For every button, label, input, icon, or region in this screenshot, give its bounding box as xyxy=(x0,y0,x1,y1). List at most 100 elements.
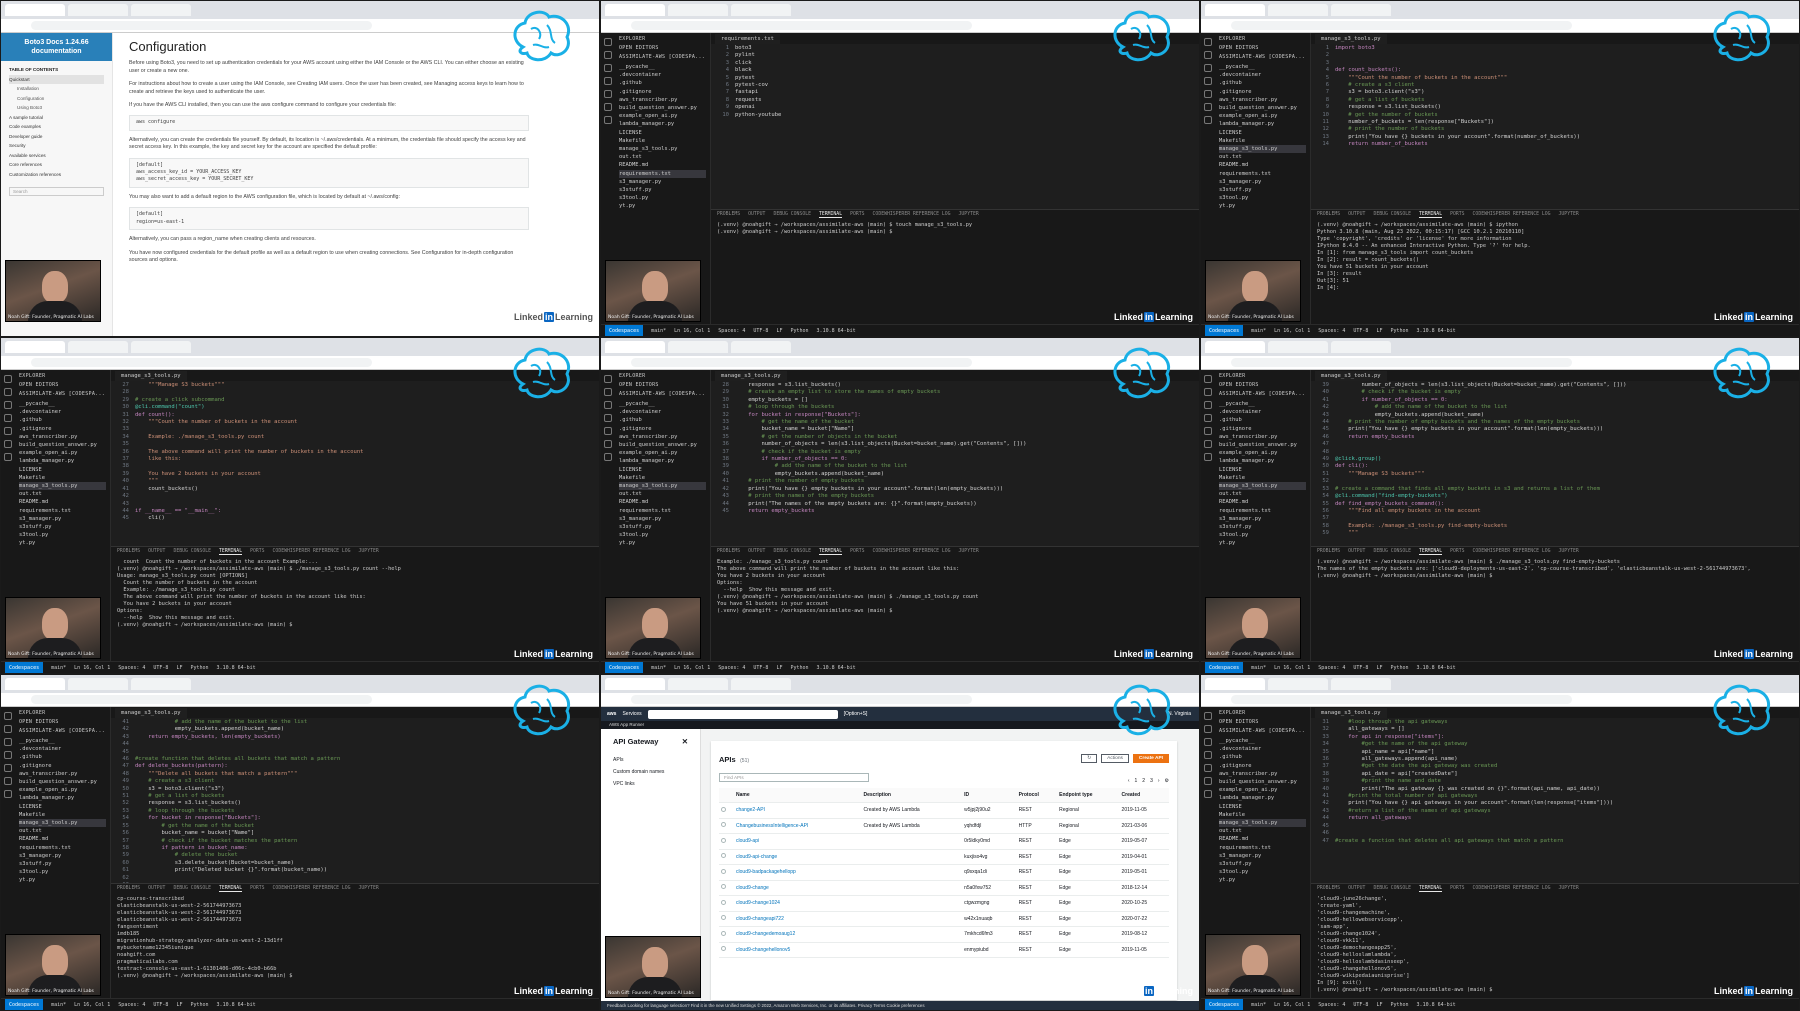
run-debug-icon[interactable] xyxy=(1204,751,1212,759)
panel-tab[interactable]: DEBUG CONSOLE xyxy=(1373,549,1411,554)
browser-tab[interactable] xyxy=(5,678,65,690)
workspace-header[interactable]: ASSIMILATE-AWS [CODESPA... xyxy=(1219,728,1306,734)
toc-item[interactable]: Customization references xyxy=(9,170,104,180)
editor-tab[interactable]: manage_s3_tools.py xyxy=(1315,371,1387,381)
panel-tab[interactable]: PORTS xyxy=(850,549,864,554)
files-icon[interactable] xyxy=(1204,38,1212,46)
panel-tab[interactable]: OUTPUT xyxy=(1348,886,1365,891)
explorer-file-item[interactable]: out.txt xyxy=(619,153,706,161)
panel-tab[interactable]: JUPYTER xyxy=(359,549,379,554)
table-row[interactable]: cloud9-changehellonov5 enmypiubd REST Edge 2… xyxy=(719,942,1169,958)
open-editors-header[interactable]: OPEN EDITORS xyxy=(19,382,106,388)
status-item[interactable]: Ln 16, Col 1 xyxy=(74,665,110,671)
panel-tab[interactable]: CODEWHISPERER REFERENCE LOG xyxy=(1473,212,1551,217)
find-apis-input[interactable]: Find APIs xyxy=(719,773,869,782)
terminal-output[interactable]: 'cloud9-june26change','create-yaml','clo… xyxy=(1311,894,1799,996)
editor-tab[interactable]: manage_s3_tools.py xyxy=(115,708,187,718)
explorer-file-item[interactable]: .gitignore xyxy=(619,88,706,96)
editor-tab[interactable]: manage_s3_tools.py xyxy=(1315,708,1387,718)
explorer-file-item[interactable]: lambda_manager.py xyxy=(1219,457,1306,465)
explorer-file-item[interactable]: requirements.txt xyxy=(619,169,706,178)
create-api-button[interactable]: Create API xyxy=(1132,753,1169,763)
testing-icon[interactable] xyxy=(604,440,612,448)
explorer-file-item[interactable]: README.md xyxy=(19,835,106,843)
toc-item[interactable]: Security xyxy=(9,141,104,151)
search-icon[interactable] xyxy=(1204,388,1212,396)
status-item[interactable]: Ln 16, Col 1 xyxy=(1274,665,1310,671)
browser-tab[interactable] xyxy=(131,4,191,16)
testing-icon[interactable] xyxy=(1204,777,1212,785)
explorer-file-item[interactable]: lambda_manager.py xyxy=(19,794,106,802)
explorer-file-item[interactable]: aws_transcriber.py xyxy=(1219,96,1306,104)
status-item[interactable]: Ln 16, Col 1 xyxy=(674,665,710,671)
explorer-file-item[interactable]: s3_manager.py xyxy=(619,178,706,186)
status-item[interactable]: 3.10.8 64-bit xyxy=(817,665,856,671)
browser-tab[interactable] xyxy=(1331,4,1391,16)
table-row[interactable]: ChangebusinessIntelligence-API Created by… xyxy=(719,818,1169,834)
explorer-file-item[interactable]: s3_manager.py xyxy=(1219,515,1306,523)
explorer-file-item[interactable]: .gitignore xyxy=(1219,425,1306,433)
terminal-output[interactable]: Example: ./manage_s3_tools.py count The a… xyxy=(711,557,1199,617)
extensions-icon[interactable] xyxy=(4,764,12,772)
toc-item[interactable]: Quickstart xyxy=(9,74,104,84)
browser-tab[interactable] xyxy=(131,341,191,353)
explorer-file-item[interactable]: LICENSE xyxy=(619,129,706,137)
row-radio[interactable] xyxy=(721,837,726,843)
table-row[interactable]: cloud9-change1024 ctgwzmgng REST Edge 2020-1… xyxy=(719,895,1169,912)
panel-tab[interactable]: TERMINAL xyxy=(218,886,243,892)
panel-tab[interactable]: JUPYTER xyxy=(959,549,979,554)
explorer-file-item[interactable]: LICENSE xyxy=(19,803,106,811)
run-debug-icon[interactable] xyxy=(604,77,612,85)
explorer-file-item[interactable]: requirements.txt xyxy=(19,507,106,515)
open-editors-header[interactable]: OPEN EDITORS xyxy=(1219,382,1306,388)
explorer-file-item[interactable]: README.md xyxy=(1219,498,1306,506)
explorer-file-item[interactable]: .gitignore xyxy=(19,425,106,433)
status-item[interactable]: UTF-8 xyxy=(1353,1002,1368,1008)
status-item[interactable]: LF xyxy=(176,665,182,671)
panel-tab[interactable]: PROBLEMS xyxy=(117,886,140,891)
search-icon[interactable] xyxy=(4,725,12,733)
explorer-file-item[interactable]: s3stuff.py xyxy=(19,523,106,531)
status-item[interactable]: LF xyxy=(176,1002,182,1008)
docs-brand[interactable]: Boto3 Docs 1.24.66 documentation xyxy=(1,33,112,61)
explorer-file-item[interactable]: aws_transcriber.py xyxy=(1219,770,1306,778)
status-item[interactable]: main* xyxy=(1251,328,1266,334)
extensions-icon[interactable] xyxy=(604,427,612,435)
browser-tab[interactable] xyxy=(1205,4,1265,16)
status-item[interactable]: main* xyxy=(1251,1002,1266,1008)
panel-tab[interactable]: CODEWHISPERER REFERENCE LOG xyxy=(873,549,951,554)
explorer-file-item[interactable]: .devcontainer xyxy=(619,408,706,416)
explorer-file-item[interactable]: manage_s3_tools.py xyxy=(1219,145,1306,154)
toc-item[interactable]: Code examples xyxy=(9,122,104,132)
explorer-file-item[interactable]: s3tool.py xyxy=(619,194,706,202)
explorer-file-item[interactable]: .devcontainer xyxy=(1219,745,1306,753)
panel-tab[interactable]: DEBUG CONSOLE xyxy=(1373,886,1411,891)
explorer-file-item[interactable]: .devcontainer xyxy=(1219,71,1306,79)
panel-tab[interactable]: PORTS xyxy=(250,549,264,554)
explorer-file-item[interactable]: s3tool.py xyxy=(1219,868,1306,876)
services-menu[interactable]: Services xyxy=(622,711,641,717)
code-editor[interactable]: 39 number_of_objects = len(s3.list_objec… xyxy=(1311,381,1799,538)
explorer-file-item[interactable]: manage_s3_tools.py xyxy=(19,482,106,491)
toc-item[interactable]: Available services xyxy=(9,151,104,161)
nav-item[interactable]: Custom domain names xyxy=(613,766,688,778)
explorer-file-item[interactable]: manage_s3_tools.py xyxy=(619,482,706,491)
explorer-file-item[interactable]: requirements.txt xyxy=(619,507,706,515)
explorer-file-item[interactable]: .github xyxy=(19,753,106,761)
browser-tab[interactable] xyxy=(731,4,791,16)
explorer-file-item[interactable]: .github xyxy=(619,79,706,87)
row-radio[interactable] xyxy=(721,899,726,905)
workspace-header[interactable]: ASSIMILATE-AWS [CODESPA... xyxy=(619,54,706,60)
panel-tab[interactable]: PORTS xyxy=(250,886,264,891)
browser-tab[interactable] xyxy=(668,341,728,353)
explorer-file-item[interactable]: s3stuff.py xyxy=(19,860,106,868)
extensions-icon[interactable] xyxy=(4,427,12,435)
column-header[interactable]: Description xyxy=(861,788,963,803)
editor-tab[interactable]: manage_s3_tools.py xyxy=(115,371,187,381)
remote-indicator[interactable]: Codespaces xyxy=(605,661,644,673)
panel-tab[interactable]: JUPYTER xyxy=(1559,549,1579,554)
browser-tab[interactable] xyxy=(605,678,665,690)
panel-tab[interactable]: DEBUG CONSOLE xyxy=(1373,212,1411,217)
panel-tab[interactable]: TERMINAL xyxy=(1418,212,1443,218)
search-icon[interactable] xyxy=(604,388,612,396)
